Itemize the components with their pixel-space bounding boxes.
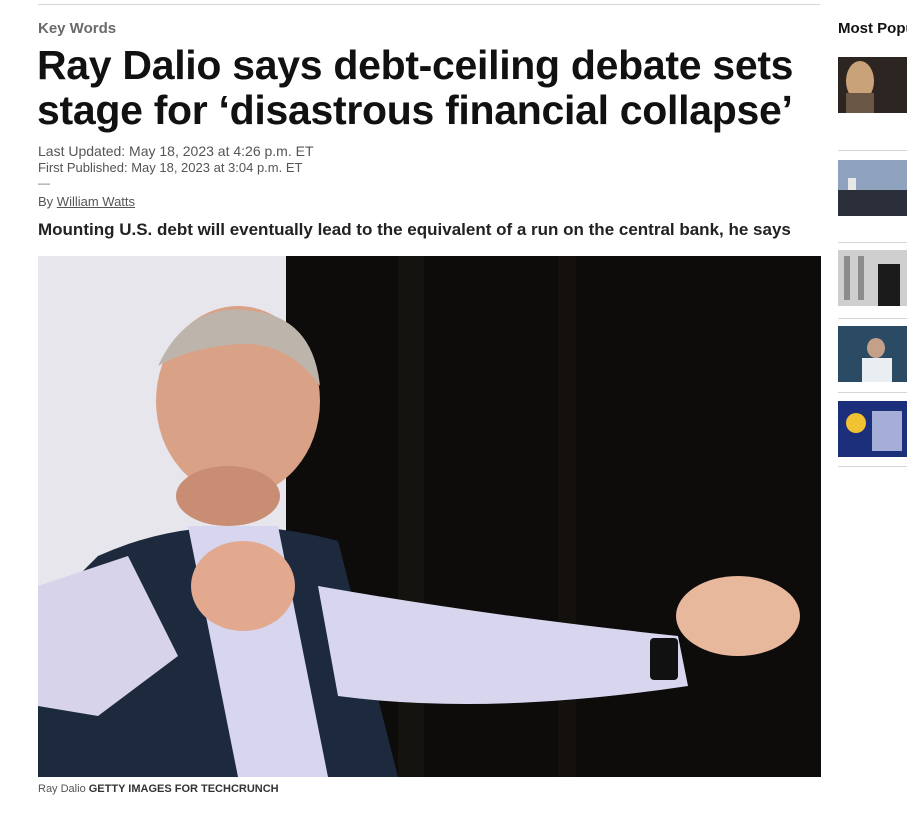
rail-thumbnail-1-image <box>838 57 907 113</box>
caption-credit: GETTY IMAGES FOR TECHCRUNCH <box>88 783 279 795</box>
last-updated-timestamp: Last Updated: May 18, 2023 at 4:26 p.m. … <box>38 143 314 159</box>
article-dek: Mounting U.S. debt will eventually lead … <box>38 220 791 239</box>
rail-divider <box>838 392 907 393</box>
rail-thumbnail-5-image <box>838 401 907 457</box>
rail-thumbnail-3-image <box>838 250 907 306</box>
rail-divider <box>838 466 907 467</box>
rail-thumbnail-4[interactable] <box>838 326 907 382</box>
meta-separator: — <box>38 176 50 190</box>
rail-thumbnail-2-image <box>838 160 907 216</box>
article-headline: Ray Dalio says debt-ceiling debate sets … <box>37 42 794 133</box>
hero-photo[interactable] <box>38 256 821 777</box>
section-kicker[interactable]: Key Words <box>38 20 116 37</box>
hero-photo-illustration <box>38 256 821 777</box>
byline: By William Watts <box>38 194 135 209</box>
rail-thumbnail-5[interactable] <box>838 401 907 457</box>
rail-thumbnail-3[interactable] <box>838 250 907 306</box>
most-popular-heading: Most Popu <box>838 20 907 37</box>
author-link[interactable]: William Watts <box>57 194 135 209</box>
rail-divider <box>838 318 907 319</box>
rail-thumbnail-4-image <box>838 326 907 382</box>
top-divider <box>38 4 820 5</box>
photo-caption: Ray Dalio GETTY IMAGES FOR TECHCRUNCH <box>38 783 279 795</box>
caption-subject: Ray Dalio <box>38 783 86 795</box>
byline-prefix: By <box>38 194 54 209</box>
rail-thumbnail-2[interactable] <box>838 160 907 216</box>
rail-thumbnail-1[interactable] <box>838 57 907 113</box>
rail-divider <box>838 242 907 243</box>
rail-divider <box>838 150 907 151</box>
first-published-timestamp: First Published: May 18, 2023 at 3:04 p.… <box>38 160 303 175</box>
